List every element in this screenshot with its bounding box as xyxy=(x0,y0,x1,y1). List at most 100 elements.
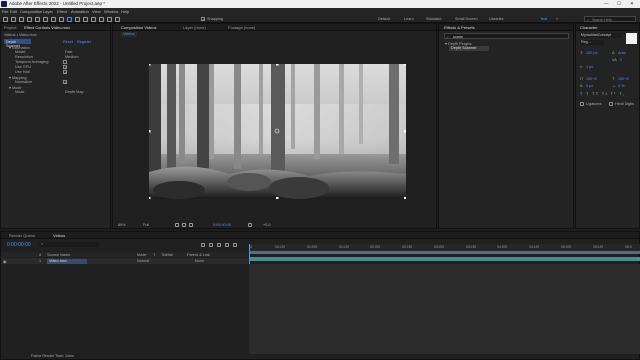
tracking-value[interactable]: 0 xyxy=(620,58,622,62)
camera-snapshot-icon[interactable] xyxy=(248,223,252,227)
workspace-text[interactable]: Text xyxy=(540,17,547,21)
menu-window[interactable]: Window xyxy=(104,9,118,14)
workspace-small-screen[interactable]: Small Screen xyxy=(455,17,478,21)
character-tab-bar: Character xyxy=(576,24,639,31)
fill-color-swatch[interactable] xyxy=(626,33,637,44)
tab-footage[interactable]: Footage (none) xyxy=(228,25,255,30)
model-label: Model xyxy=(15,50,26,54)
font-size-value[interactable]: 100 px xyxy=(586,51,597,55)
region-icon[interactable] xyxy=(175,223,179,227)
layer-duration-bar[interactable] xyxy=(249,257,640,261)
use-gpu-checkbox[interactable] xyxy=(63,65,67,70)
anchor-tool-icon[interactable] xyxy=(51,16,56,22)
frame-render-time: Frame Render Time: 14ms xyxy=(31,354,74,358)
viewer-timecode[interactable]: 0:00:00:00 xyxy=(213,223,231,227)
effects-item-depth-scanner[interactable]: Depth Scanner xyxy=(449,46,489,51)
mask-visibility-icon[interactable] xyxy=(189,223,193,227)
layer-mode-dropdown[interactable]: Normal xyxy=(137,259,149,263)
selection-tool-icon[interactable] xyxy=(11,16,16,22)
puppet-tool-icon[interactable] xyxy=(115,16,120,22)
rectangle-tool-icon[interactable] xyxy=(59,16,64,22)
tsume-value[interactable]: 0 % xyxy=(618,84,625,88)
resolution-dropdown[interactable]: Medium xyxy=(65,55,79,59)
hand-tool-icon[interactable] xyxy=(19,16,24,22)
menu-view[interactable]: View xyxy=(92,9,101,14)
normalize-checkbox[interactable] xyxy=(63,80,67,85)
pen-tool-icon[interactable] xyxy=(67,16,72,22)
eraser-tool-icon[interactable] xyxy=(99,16,104,22)
roto-tool-icon[interactable] xyxy=(107,16,112,22)
brush-tool-icon[interactable] xyxy=(83,16,88,22)
work-area-bar[interactable] xyxy=(249,251,640,254)
effect-name-badge[interactable]: Depth Scanner xyxy=(4,39,31,48)
shy-layers-icon[interactable] xyxy=(209,243,213,247)
tab-layer[interactable]: Layer (none) xyxy=(183,25,206,30)
hindi-digits-checkbox[interactable] xyxy=(609,102,613,106)
font-family-dropdown[interactable]: MyriadVariConcept xyxy=(580,33,622,38)
register-link[interactable]: Register xyxy=(77,40,91,44)
tab-effect-controls[interactable]: Effect Controls Video.mov xyxy=(24,25,70,30)
menu-effect[interactable]: Effect xyxy=(57,9,67,14)
rotate-tool-icon[interactable] xyxy=(35,16,40,22)
menu-help[interactable]: Help xyxy=(121,9,129,14)
layer-parent-dropdown[interactable]: None xyxy=(195,259,204,263)
depth-map-viewer[interactable] xyxy=(149,64,406,199)
clone-tool-icon[interactable] xyxy=(91,16,96,22)
tab-effects-presets[interactable]: Effects & Presets xyxy=(444,25,475,30)
ligatures-checkbox[interactable] xyxy=(580,102,584,106)
tab-render-queue[interactable]: Render Queue xyxy=(9,233,35,238)
menu-animation[interactable]: Animation xyxy=(71,9,89,14)
use-half-checkbox[interactable] xyxy=(63,70,67,75)
tab-composition[interactable]: Composition Videos xyxy=(121,25,157,30)
tab-videos-timeline[interactable]: Videos xyxy=(53,233,65,238)
snapping-checkbox[interactable] xyxy=(201,17,205,22)
tracking-icon: VA xyxy=(612,58,617,62)
vertical-scale-value[interactable]: 100 % xyxy=(586,77,597,81)
graph-editor-icon[interactable] xyxy=(233,243,237,247)
font-style-dropdown[interactable]: Reg... xyxy=(580,40,604,45)
leading-value[interactable]: Auto xyxy=(618,51,626,55)
comp-name-tab[interactable]: Videos xyxy=(121,32,137,37)
camera-tool-icon[interactable] xyxy=(43,16,48,22)
timeline-timecode[interactable]: 0:00:00:00 xyxy=(7,242,31,248)
transparency-grid-icon[interactable] xyxy=(182,223,186,227)
close-button[interactable]: ✕ xyxy=(630,1,634,7)
layer-name[interactable]: Video.mov xyxy=(47,258,87,264)
layer-row[interactable]: ◉ 1 Video.mov Normal None xyxy=(1,258,248,264)
effects-search-input[interactable]: ⌕ scann xyxy=(444,33,569,39)
workspace-learn[interactable]: Learn xyxy=(404,17,414,21)
workspace-default[interactable]: Default xyxy=(378,17,390,21)
workspace-standard[interactable]: Standard xyxy=(426,17,441,21)
home-icon[interactable] xyxy=(3,16,8,22)
menu-edit[interactable]: Edit xyxy=(10,9,17,14)
minimize-button[interactable]: — xyxy=(604,1,609,6)
horizontal-scale-value[interactable]: 100 % xyxy=(618,77,629,81)
temporal-averaging-checkbox[interactable] xyxy=(63,60,67,64)
menu-file[interactable]: File xyxy=(2,9,8,14)
reset-link[interactable]: Reset xyxy=(63,40,73,44)
frame-blending-icon[interactable] xyxy=(217,243,221,247)
workspace-libraries[interactable]: Libraries xyxy=(489,17,504,21)
motion-blur-icon[interactable] xyxy=(225,243,229,247)
workspace-more[interactable]: » xyxy=(556,17,558,21)
mode-dropdown[interactable]: Depth Map xyxy=(65,90,84,94)
maximize-button[interactable]: ☐ xyxy=(617,1,621,7)
exposure-value[interactable]: +0.0 xyxy=(263,223,271,227)
menu-composition[interactable]: Composition xyxy=(20,9,42,14)
menu-layer[interactable]: Layer xyxy=(43,9,53,14)
resolution-select[interactable]: Full xyxy=(143,223,149,227)
baseline-shift-value[interactable]: 0 px xyxy=(586,84,593,88)
time-ruler[interactable]: 0f 00:15f 01:00f 01:15f 02:00f 02:15f 03… xyxy=(249,244,640,251)
visibility-eye-icon[interactable]: ◉ xyxy=(3,259,6,264)
timeline-search-input[interactable]: ⌕ xyxy=(39,242,99,247)
model-dropdown[interactable]: Fast xyxy=(65,50,72,54)
zoom-tool-icon[interactable] xyxy=(27,16,32,22)
tab-character[interactable]: Character xyxy=(580,25,598,30)
draft-3d-icon[interactable] xyxy=(201,243,205,247)
type-tool-icon[interactable] xyxy=(75,16,80,22)
tab-project[interactable]: Project xyxy=(4,25,16,30)
search-help-input[interactable]: ⌕ Search Help xyxy=(584,16,636,22)
zoom-dropdown[interactable]: 89% xyxy=(118,223,126,227)
text-style-buttons[interactable]: T T TT Tt T¹ T₁ xyxy=(580,92,626,96)
stroke-width-value[interactable]: 1 px xyxy=(586,65,593,69)
